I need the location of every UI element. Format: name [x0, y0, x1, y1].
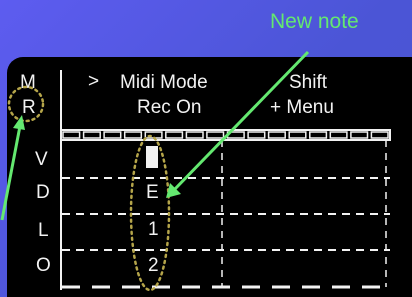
device-screen	[7, 57, 412, 297]
note-cell-1: 1	[148, 219, 159, 240]
new-note-annotation: New note	[270, 10, 359, 33]
cursor-indicator: >	[88, 71, 100, 92]
side-label-d: D	[36, 182, 50, 203]
side-label-o: O	[36, 255, 51, 276]
side-label-m: M	[20, 72, 36, 93]
note-cell-2: 2	[148, 255, 159, 276]
rec-on-label: Rec On	[137, 97, 202, 118]
side-label-l: L	[38, 220, 49, 241]
side-label-r: R	[22, 97, 36, 118]
plus-menu-label: + Menu	[270, 97, 334, 118]
note-cell-e: E	[146, 182, 159, 203]
shift-label: Shift	[289, 72, 328, 93]
midi-mode-label: Midi Mode	[120, 72, 208, 93]
side-label-v: V	[35, 149, 48, 170]
